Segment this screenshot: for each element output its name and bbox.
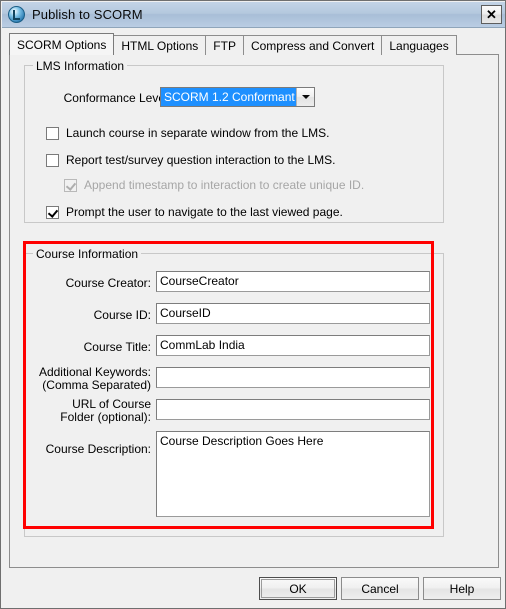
course-folder-url-label-line2: Folder (optional): <box>60 410 151 424</box>
conformance-level-label: Conformance Level: <box>63 91 171 105</box>
course-information-title: Course Information <box>33 247 142 261</box>
title-bar: Publish to SCORM ✕ <box>2 2 505 28</box>
conformance-level-value: SCORM 1.2 Conformant <box>161 88 296 106</box>
course-folder-url-label-line1: URL of Course <box>72 397 151 411</box>
window-title: Publish to SCORM <box>32 7 143 22</box>
course-description-label: Course Description: <box>45 442 151 456</box>
course-creator-input[interactable]: CourseCreator <box>156 271 430 292</box>
chevron-down-icon[interactable] <box>296 88 314 106</box>
checkbox-label: Launch course in separate window from th… <box>66 126 330 140</box>
tab-ftp[interactable]: FTP <box>205 35 244 55</box>
help-button[interactable]: Help <box>423 577 501 600</box>
course-description-textarea[interactable]: Course Description Goes Here <box>156 431 430 517</box>
lms-information-title: LMS Information <box>33 59 128 73</box>
checkbox-box[interactable] <box>46 205 59 219</box>
tab-scorm-options[interactable]: SCORM Options <box>9 33 115 55</box>
additional-keywords-input[interactable] <box>156 367 430 388</box>
checkbox-label: Report test/survey question interaction … <box>66 153 336 167</box>
checkbox-label: Append timestamp to interaction to creat… <box>84 178 365 192</box>
course-id-input[interactable]: CourseID <box>156 303 430 324</box>
app-logo-icon <box>8 6 25 23</box>
course-title-input[interactable]: CommLab India <box>156 335 430 356</box>
checkbox-box <box>64 178 77 192</box>
checkbox-box[interactable] <box>46 153 59 167</box>
course-title-label: Course Title: <box>83 340 151 354</box>
checkbox-launch-separate-window[interactable]: Launch course in separate window from th… <box>46 126 329 140</box>
checkbox-box[interactable] <box>46 126 59 140</box>
course-information-group: Course Information Course Creator: Cours… <box>24 247 444 537</box>
course-folder-url-label: URL of Course Folder (optional): <box>25 398 151 424</box>
publish-to-scorm-dialog: Publish to SCORM ✕ SCORM Options HTML Op… <box>0 0 506 609</box>
scorm-options-panel: LMS Information Conformance Level: SCORM… <box>9 54 499 568</box>
ok-button[interactable]: OK <box>259 577 337 600</box>
lms-information-group: LMS Information Conformance Level: SCORM… <box>24 59 444 223</box>
additional-keywords-label-line2: (Comma Separated) <box>42 378 151 392</box>
course-creator-label: Course Creator: <box>65 276 151 290</box>
checkbox-report-interaction[interactable]: Report test/survey question interaction … <box>46 153 335 167</box>
additional-keywords-label-line1: Additional Keywords: <box>38 365 151 379</box>
checkbox-append-timestamp: Append timestamp to interaction to creat… <box>64 178 364 192</box>
tab-compress-and-convert[interactable]: Compress and Convert <box>242 35 383 55</box>
additional-keywords-label: Additional Keywords: (Comma Separated) <box>25 366 151 392</box>
course-id-label: Course ID: <box>93 308 151 322</box>
tab-html-options[interactable]: HTML Options <box>113 35 207 55</box>
checkbox-label: Prompt the user to navigate to the last … <box>66 205 343 219</box>
conformance-level-select[interactable]: SCORM 1.2 Conformant <box>160 87 315 107</box>
close-icon[interactable]: ✕ <box>481 5 502 24</box>
tab-languages[interactable]: Languages <box>381 35 457 55</box>
course-folder-url-input[interactable] <box>156 399 430 420</box>
cancel-button[interactable]: Cancel <box>341 577 419 600</box>
checkbox-prompt-last-viewed-page[interactable]: Prompt the user to navigate to the last … <box>46 205 343 219</box>
tab-strip: SCORM Options HTML Options FTP Compress … <box>9 33 499 55</box>
